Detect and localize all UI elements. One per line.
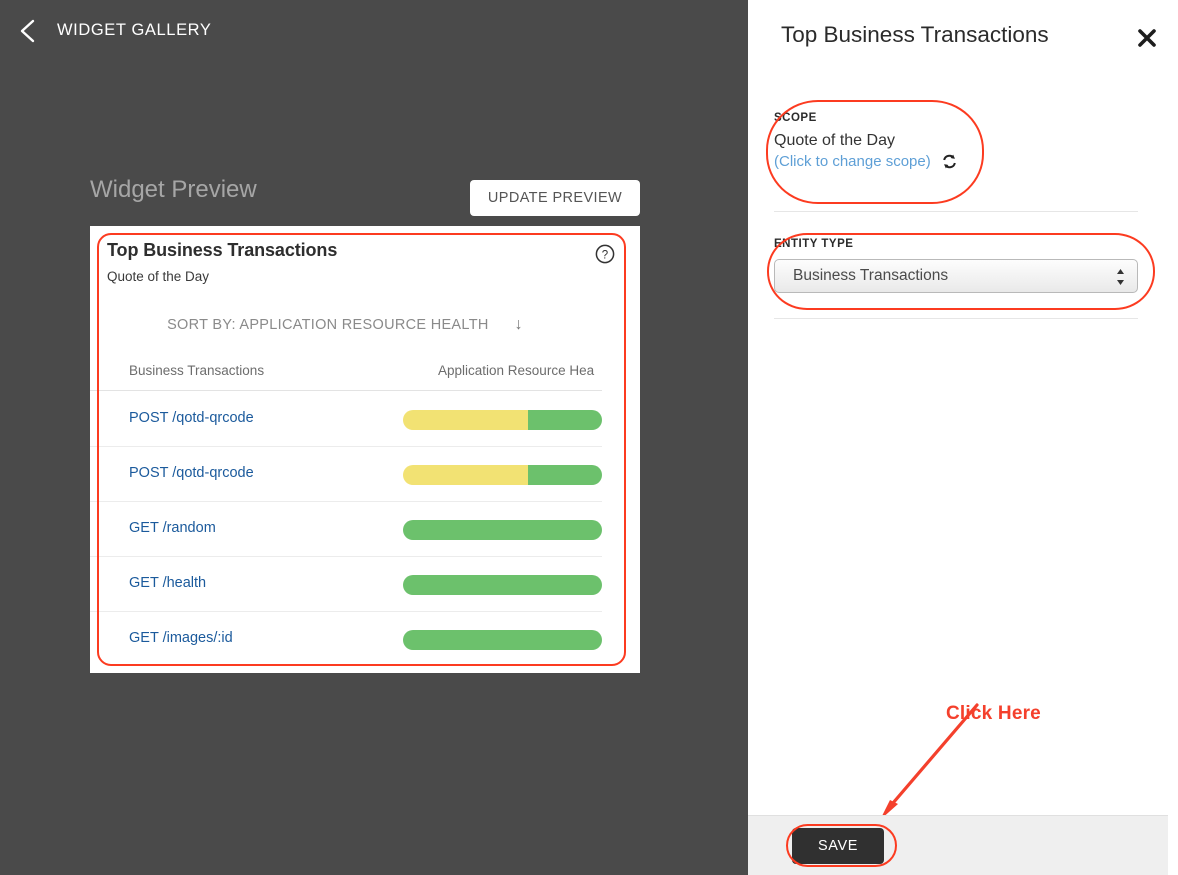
health-bar — [403, 575, 602, 595]
entity-type-field: ENTITY TYPE Business Transactions — [774, 238, 1164, 293]
health-bar-segment — [528, 410, 602, 430]
annotation-click-here-label: Click Here — [946, 703, 1041, 724]
top-bar: WIDGET GALLERY — [0, 0, 748, 62]
transaction-name-link[interactable]: GET /random — [129, 520, 216, 536]
health-bar — [403, 410, 602, 430]
widget-preview-card: Top Business Transactions Quote of the D… — [90, 226, 640, 673]
widget-preview-heading: Widget Preview — [90, 176, 257, 203]
select-updown-icon — [1116, 268, 1125, 286]
update-preview-button[interactable]: UPDATE PREVIEW — [470, 180, 640, 216]
sort-control[interactable]: SORT BY: APPLICATION RESOURCE HEALTH ↓ — [90, 316, 600, 334]
scope-value: Quote of the Day — [774, 132, 895, 149]
health-bar-segment — [403, 630, 602, 650]
table-row: GET /health — [90, 557, 602, 612]
health-bar-segment — [403, 520, 602, 540]
transaction-name-link[interactable]: GET /health — [129, 575, 206, 591]
app-screen: WIDGET GALLERY Widget Preview UPDATE PRE… — [0, 0, 1178, 875]
save-button[interactable]: SAVE — [792, 828, 884, 864]
transaction-name-link[interactable]: POST /qotd-qrcode — [129, 410, 254, 426]
divider-after-scope — [774, 211, 1138, 212]
widget-header: Top Business Transactions Quote of the D… — [107, 240, 640, 284]
table-body: POST /qotd-qrcode POST /qotd-qrcode GET /r… — [90, 392, 602, 667]
table-row: POST /qotd-qrcode — [90, 447, 602, 502]
change-scope-link[interactable]: (Click to change scope) — [774, 153, 931, 170]
health-bar-segment — [403, 465, 529, 485]
health-bar — [403, 520, 602, 540]
scope-field: SCOPE Quote of the Day (Click to change … — [774, 112, 1164, 170]
table-row: GET /images/:id — [90, 612, 602, 667]
entity-type-select[interactable]: Business Transactions — [774, 259, 1138, 293]
health-bar-segment — [403, 575, 602, 595]
widget-config-panel: Top Business Transactions SCOPE Quote of… — [748, 0, 1178, 875]
health-bar-segment — [528, 465, 602, 485]
scope-link-row: (Click to change scope) — [774, 153, 1164, 170]
table-header-row: Business Transactions Application Resour… — [90, 363, 602, 391]
left-content-region: WIDGET GALLERY Widget Preview UPDATE PRE… — [0, 0, 748, 875]
page-title: WIDGET GALLERY — [57, 21, 212, 39]
column-header-business-transactions: Business Transactions — [129, 363, 265, 378]
table-row: POST /qotd-qrcode — [90, 392, 602, 447]
question-circle-icon[interactable]: ? — [595, 244, 615, 264]
entity-type-label: ENTITY TYPE — [774, 238, 854, 250]
table-row: GET /random — [90, 502, 602, 557]
health-bar-segment — [403, 410, 529, 430]
transaction-name-link[interactable]: GET /images/:id — [129, 630, 233, 646]
scope-label: SCOPE — [774, 112, 817, 124]
back-chevron-left-icon[interactable] — [14, 16, 44, 46]
transaction-name-link[interactable]: POST /qotd-qrcode — [129, 465, 254, 481]
sort-by-label: SORT BY: APPLICATION RESOURCE HEALTH — [167, 317, 489, 333]
arrow-down-icon[interactable]: ↓ — [515, 316, 523, 334]
column-header-application-resource-health: Application Resource Hea — [438, 363, 595, 378]
entity-type-selected-value: Business Transactions — [793, 267, 949, 284]
panel-title: Top Business Transactions — [781, 22, 1049, 47]
divider-after-entity-type — [774, 318, 1138, 319]
panel-footer: SAVE — [748, 815, 1178, 875]
panel-right-edge — [1168, 0, 1178, 875]
refresh-icon[interactable] — [941, 153, 958, 170]
widget-subtitle: Quote of the Day — [107, 269, 210, 284]
health-bar — [403, 465, 602, 485]
close-x-icon[interactable] — [1134, 25, 1160, 51]
health-bar — [403, 630, 602, 650]
svg-text:?: ? — [602, 250, 608, 262]
widget-title: Top Business Transactions — [107, 240, 338, 260]
